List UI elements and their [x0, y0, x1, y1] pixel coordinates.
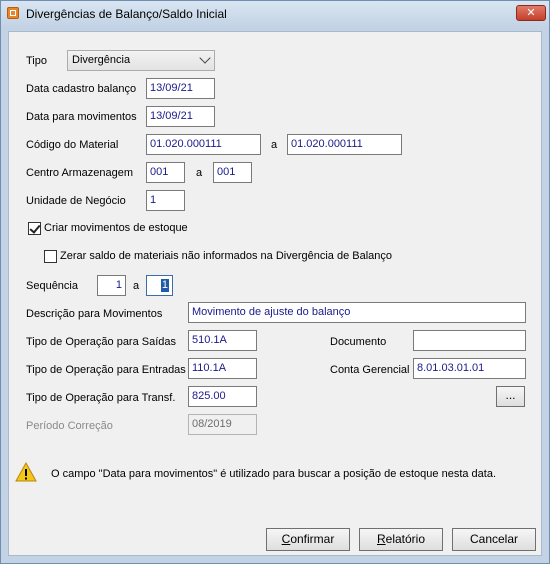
sequencia-to-value: 1: [160, 279, 169, 292]
tipo-op-saidas-field[interactable]: 510.1A: [188, 330, 257, 351]
confirmar-label: onfirmar: [290, 532, 335, 546]
confirmar-button[interactable]: Confirmar: [266, 528, 350, 551]
conta-gerencial-label: Conta Gerencial: [330, 364, 410, 376]
zerar-saldo-checkbox-row[interactable]: Zerar saldo de materiais não informados …: [44, 250, 464, 264]
data-movimentos-field[interactable]: 13/09/21: [146, 106, 215, 127]
tipo-op-saidas-label: Tipo de Operação para Saídas: [26, 336, 177, 348]
relatorio-mnemonic: R: [376, 532, 386, 546]
sequencia-label: Sequência: [26, 280, 78, 292]
tipo-op-transf-field[interactable]: 825.00: [188, 386, 257, 407]
unidade-negocio-label: Unidade de Negócio: [26, 195, 126, 207]
documento-label: Documento: [330, 336, 387, 348]
tipo-select[interactable]: Divergência: [67, 50, 215, 71]
centro-armazenagem-to-field[interactable]: 001: [213, 162, 252, 183]
conta-gerencial-field[interactable]: 8.01.03.01.01: [413, 358, 526, 379]
tipo-label: Tipo: [26, 55, 47, 67]
descricao-field[interactable]: Movimento de ajuste do balanço: [188, 302, 526, 323]
chevron-down-icon: [199, 52, 211, 64]
relatorio-label: elatório: [385, 532, 426, 546]
window-title: Divergências de Balanço/Saldo Inicial: [26, 7, 227, 21]
documento-field[interactable]: [413, 330, 526, 351]
unidade-negocio-field[interactable]: 1: [146, 190, 185, 211]
tipo-op-entradas-field[interactable]: 110.1A: [188, 358, 257, 379]
sequencia-separator: a: [133, 280, 140, 292]
relatorio-button[interactable]: Relatório: [359, 528, 443, 551]
data-movimentos-label: Data para movimentos: [26, 111, 137, 123]
periodo-correcao-field: 08/2019: [188, 414, 257, 435]
criar-movimentos-checkbox-row[interactable]: Criar movimentos de estoque: [28, 222, 228, 236]
browse-button[interactable]: ...: [496, 386, 525, 407]
sequencia-from-field[interactable]: 1: [97, 275, 126, 296]
criar-movimentos-label: Criar movimentos de estoque: [44, 222, 188, 234]
zerar-saldo-label: Zerar saldo de materiais não informados …: [60, 250, 393, 262]
centro-armazenagem-label: Centro Armazenagem: [26, 167, 133, 179]
tipo-select-value: Divergência: [72, 54, 131, 66]
zerar-saldo-checkbox[interactable]: [44, 250, 57, 263]
codigo-material-from-field[interactable]: 01.020.000111: [146, 134, 261, 155]
data-cadastro-field[interactable]: 13/09/21: [146, 78, 215, 99]
cancelar-label: Cancelar: [469, 532, 519, 546]
sequencia-to-field[interactable]: 1: [146, 275, 173, 296]
criar-movimentos-checkbox[interactable]: [28, 222, 41, 235]
codigo-material-label: Código do Material: [26, 139, 119, 151]
title-bar: Divergências de Balanço/Saldo Inicial ✕: [1, 1, 549, 27]
tipo-op-transf-label: Tipo de Operação para Transf.: [26, 392, 176, 404]
info-message: O campo "Data para movimentos" é utiliza…: [51, 468, 497, 480]
tipo-op-entradas-label: Tipo de Operação para Entradas: [26, 364, 186, 376]
codigo-material-to-field[interactable]: 01.020.000111: [287, 134, 402, 155]
data-cadastro-label: Data cadastro balanço: [26, 83, 137, 95]
app-icon: [7, 7, 19, 19]
periodo-correcao-label: Período Correção: [26, 420, 113, 432]
centro-armazenagem-from-field[interactable]: 001: [146, 162, 185, 183]
codigo-material-separator: a: [271, 139, 278, 151]
descricao-label: Descrição para Movimentos: [26, 308, 163, 320]
cancelar-button[interactable]: Cancelar: [452, 528, 536, 551]
dialog-body: Tipo Divergência Data cadastro balanço 1…: [8, 31, 542, 556]
centro-armazenagem-separator: a: [196, 167, 203, 179]
warning-icon: [15, 462, 37, 482]
close-button[interactable]: ✕: [516, 5, 546, 21]
dialog-window: Divergências de Balanço/Saldo Inicial ✕ …: [0, 0, 550, 564]
